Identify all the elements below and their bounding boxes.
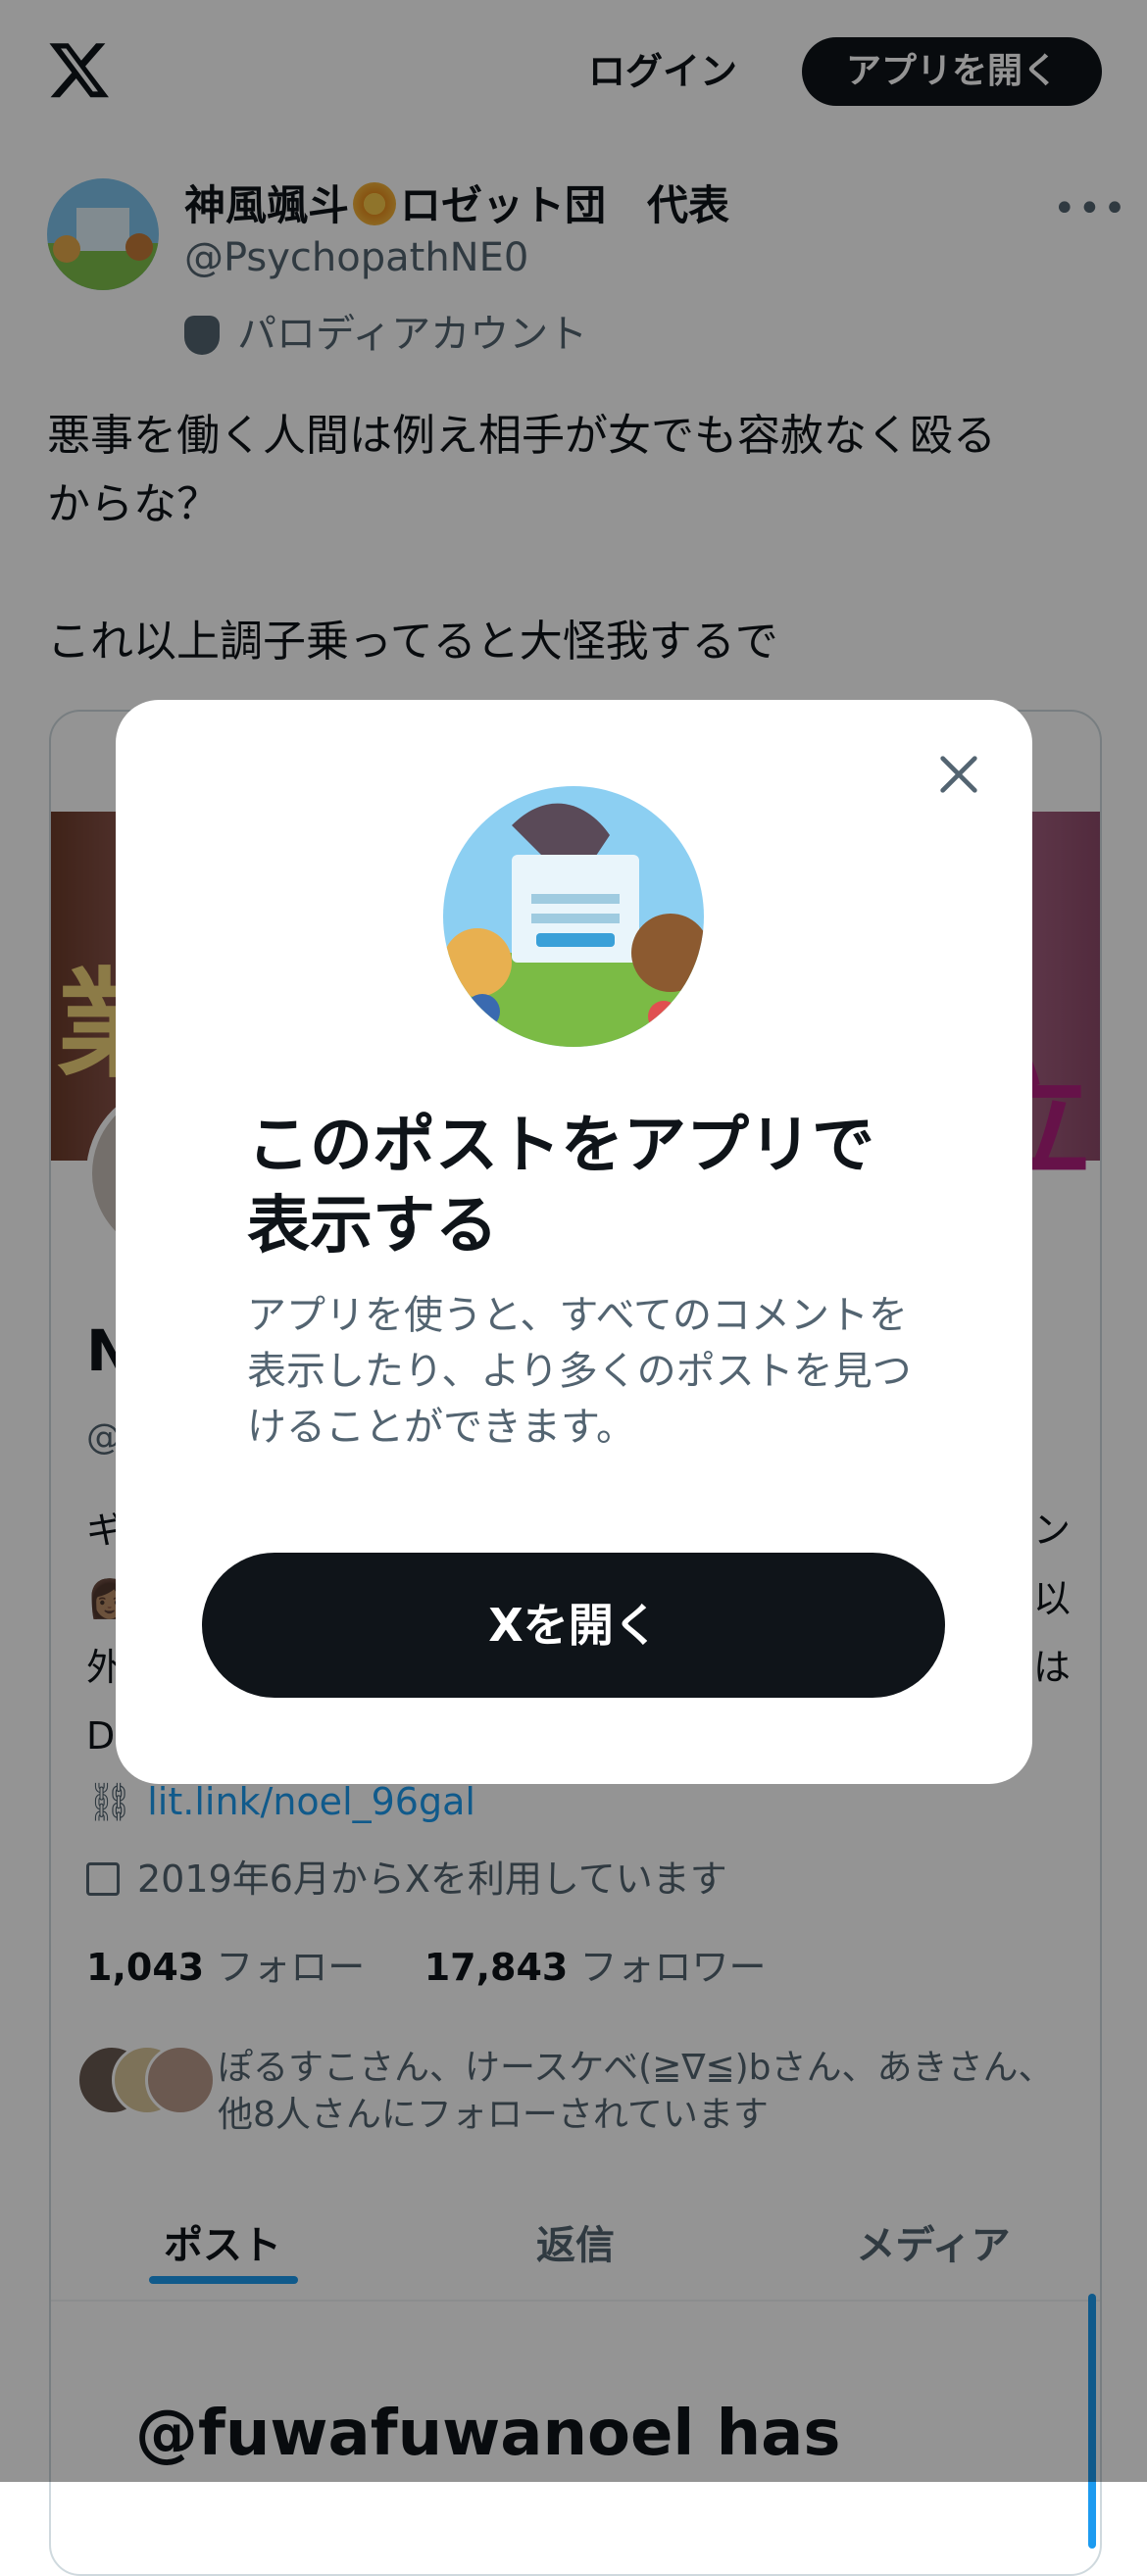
modal-avatar xyxy=(443,786,704,1047)
modal-description: アプリを使うと、すべてのコメントを表示したり、より多くのポストを見つけることがで… xyxy=(247,1293,912,1450)
modal-avatar-image xyxy=(443,786,704,1047)
open-x-button[interactable]: Xを開く xyxy=(202,1553,945,1698)
open-in-app-modal: このポストをアプリで表示する アプリを使うと、すべてのコメントを表示したり、より… xyxy=(116,700,1032,1784)
close-icon[interactable] xyxy=(931,747,986,802)
modal-title: このポストをアプリで表示する xyxy=(247,1110,874,1263)
page: ログイン アプリを開く 神風颯斗 ロゼット団 代表 @PsychopathNE0 … xyxy=(0,0,1147,2576)
